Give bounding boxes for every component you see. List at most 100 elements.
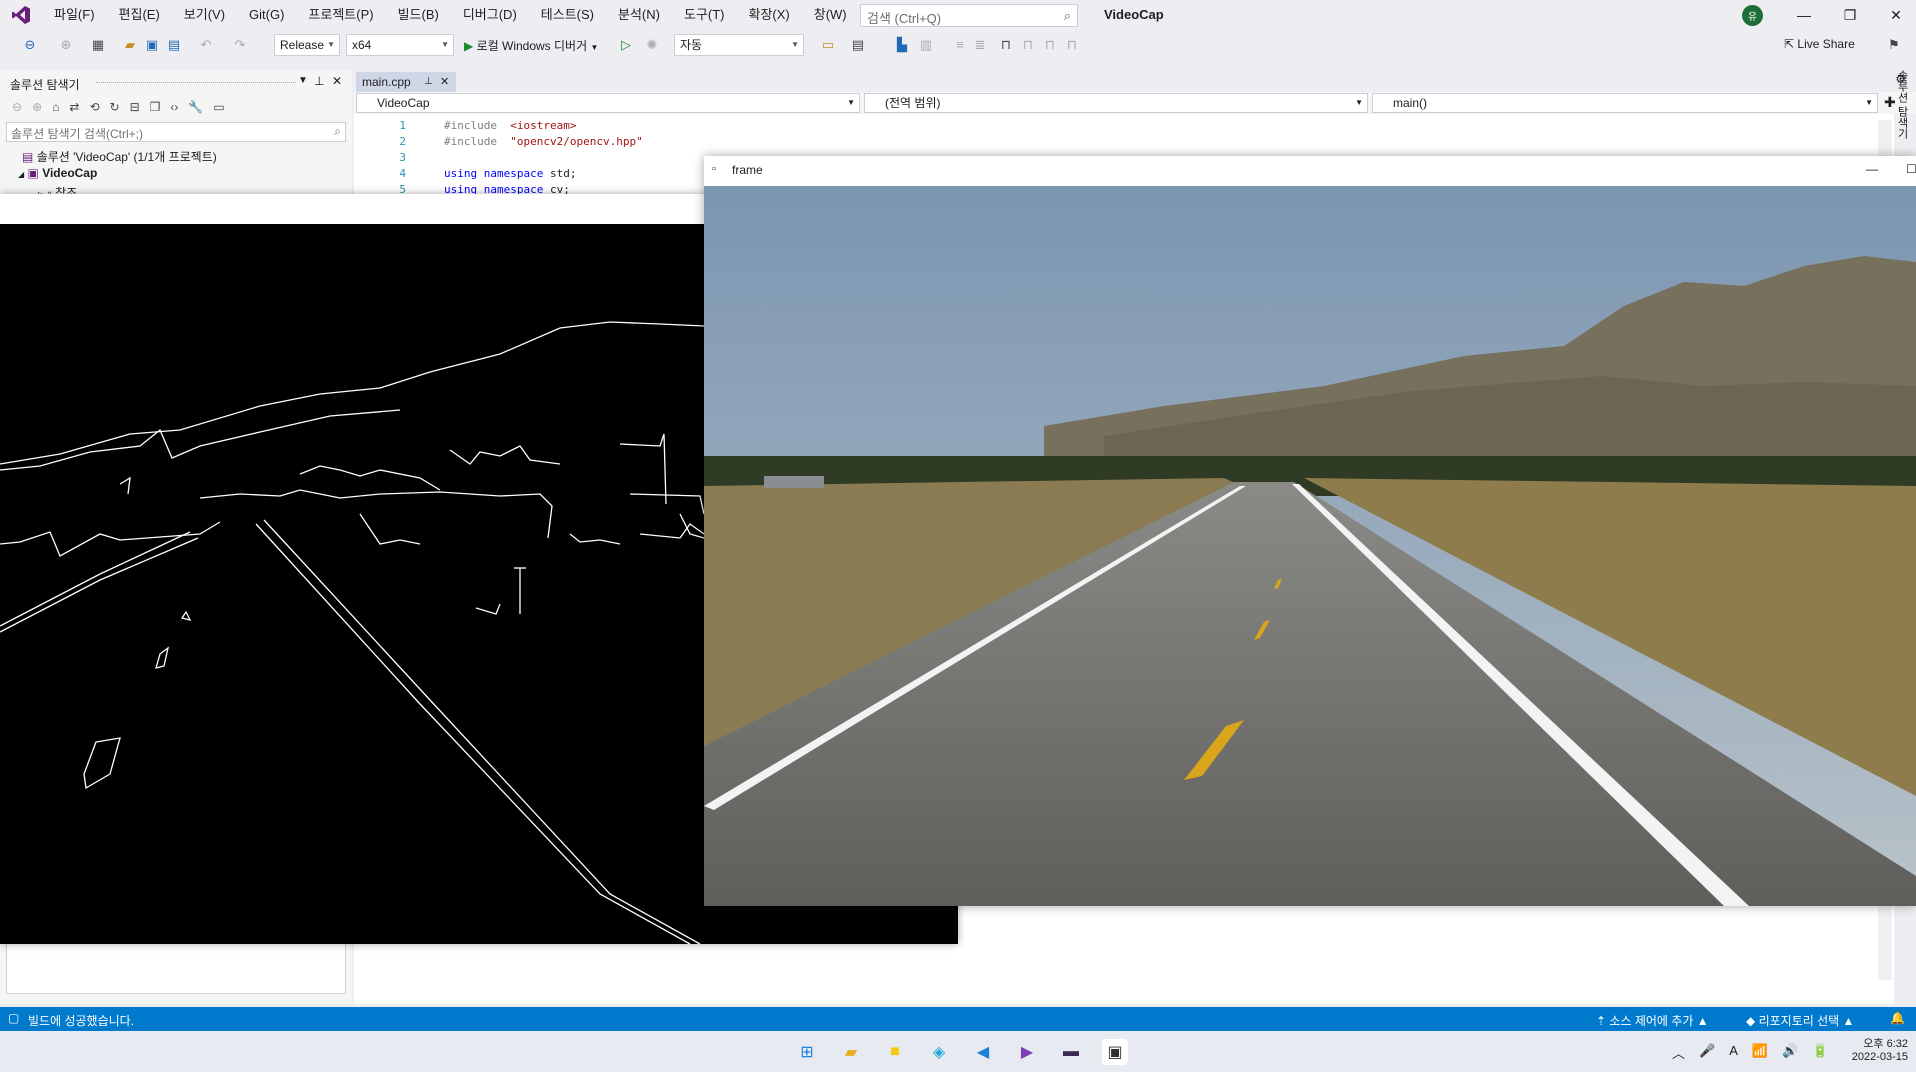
hot-reload-icon[interactable]: ✺ <box>644 37 660 53</box>
search-input[interactable]: 검색 (Ctrl+Q) ⌕ <box>860 4 1078 27</box>
menu-item[interactable]: 분석(N) <box>606 0 672 30</box>
bookmark-icon[interactable]: ⊓ <box>998 37 1014 53</box>
next-bookmark-icon[interactable]: ⊓ <box>1042 37 1058 53</box>
nav-scope-label: (전역 범위) <box>885 96 941 110</box>
menu-item[interactable]: 빌드(B) <box>386 0 451 30</box>
close-button[interactable]: ✕ <box>1874 0 1916 30</box>
scope-nav-select[interactable]: (전역 범위) ▼ <box>864 93 1368 113</box>
pin-icon[interactable]: ⊥ <box>314 74 324 88</box>
chevron-down-icon: ▼ <box>1865 98 1873 107</box>
expand-arrow-icon: ◢ <box>18 170 25 179</box>
menu-item[interactable]: 디버그(D) <box>451 0 529 30</box>
share-icon: ⇱ <box>1784 37 1795 51</box>
menu-item[interactable]: 보기(V) <box>172 0 237 30</box>
search-icon: ⌕ <box>334 124 341 138</box>
minimize-button[interactable]: — <box>1782 0 1826 30</box>
history-icon[interactable]: ⟲ <box>89 100 99 114</box>
frame-minimize-button[interactable]: — <box>1866 162 1878 176</box>
volume-icon[interactable]: 🔊 <box>1782 1043 1798 1062</box>
indent-icon[interactable]: ≡ <box>952 37 968 53</box>
frame-window[interactable]: ▫ frame — ☐ <box>704 156 1916 906</box>
back-icon[interactable]: ⊖ <box>12 100 22 114</box>
clock[interactable]: 오후 6:32 2022-03-15 <box>1834 1035 1908 1063</box>
folder-view-icon[interactable]: ▭ <box>820 37 836 53</box>
prev-bookmark-icon[interactable]: ⊓ <box>1020 37 1036 53</box>
file-explorer-icon[interactable]: ▰ <box>838 1039 864 1065</box>
source-control-button[interactable]: ⇡ 소스 제어에 추가 ▲ <box>1596 1012 1709 1029</box>
tab-label: main.cpp <box>362 75 411 89</box>
forward-icon[interactable]: ⊕ <box>32 100 42 114</box>
visual-studio-logo-icon[interactable] <box>0 0 42 30</box>
menu-item[interactable]: 파일(F) <box>42 0 107 30</box>
undo-icon[interactable]: ↶ <box>198 37 214 53</box>
frame-titlebar[interactable]: ▫ frame — ☐ <box>704 156 1916 186</box>
tree-references[interactable]: ▷ ▫ 참조 <box>38 184 77 194</box>
code-view-icon[interactable]: ‹› <box>170 100 178 114</box>
step-icon[interactable]: ▙ <box>894 37 910 53</box>
config-select[interactable]: Release ▼ <box>274 34 340 56</box>
back-icon[interactable]: ⊖ <box>22 37 38 53</box>
feedback-icon[interactable]: ⚑ <box>1886 37 1902 53</box>
close-tab-icon[interactable]: ✕ <box>440 72 449 92</box>
line-number: 1 <box>399 119 406 132</box>
panel-menu-icon[interactable]: ▼ <box>298 75 308 86</box>
wifi-icon[interactable]: 📶 <box>1752 1043 1768 1062</box>
tree-solution-root[interactable]: ▤ 솔루션 'VideoCap' (1/1개 프로젝트) <box>22 148 217 165</box>
windows-start-icon[interactable]: ⊞ <box>794 1039 820 1065</box>
menu-item[interactable]: 테스트(S) <box>529 0 606 30</box>
vscode-icon[interactable]: ◀ <box>970 1039 996 1065</box>
copy-icon[interactable]: ❐ <box>150 100 161 114</box>
battery-icon[interactable]: 🔋 <box>1812 1043 1828 1062</box>
clear-bookmark-icon[interactable]: ⊓ <box>1064 37 1080 53</box>
menu-item[interactable]: 편집(E) <box>107 0 172 30</box>
save-all-icon[interactable]: ▤ <box>166 37 182 53</box>
project-nav-select[interactable]: VideoCap ▼ <box>356 93 860 113</box>
switch-view-icon[interactable]: ⇄ <box>69 100 79 114</box>
home-icon[interactable]: ⌂ <box>52 100 59 114</box>
comment-icon[interactable]: ▥ <box>918 37 934 53</box>
forward-icon[interactable]: ⊕ <box>58 37 74 53</box>
notifications-icon[interactable]: 🔔 <box>1890 1011 1905 1025</box>
sticky-notes-icon[interactable]: ■ <box>882 1039 908 1065</box>
preview-icon[interactable]: ▭ <box>213 100 224 114</box>
redo-icon[interactable]: ↷ <box>232 37 248 53</box>
opencv-window-icon[interactable]: ▣ <box>1102 1039 1128 1065</box>
save-icon[interactable]: ▣ <box>144 37 160 53</box>
code-token: <iostream> <box>510 119 577 132</box>
source-control-label: 소스 제어에 추가 <box>1609 1014 1694 1028</box>
solution-search-input[interactable]: 솔루션 탐색기 검색(Ctrl+;) ⌕ <box>6 122 346 142</box>
avatar[interactable]: 유 <box>1742 5 1763 26</box>
member-nav-select[interactable]: main() ▼ <box>1372 93 1878 113</box>
layout-icon[interactable]: ▤ <box>850 37 866 53</box>
new-project-icon[interactable]: ▦ <box>90 37 106 53</box>
menu-item[interactable]: Git(G) <box>237 0 296 30</box>
start-without-debug-icon[interactable]: ▷ <box>618 37 634 53</box>
auto-select[interactable]: 자동 ▼ <box>674 34 804 56</box>
live-share-button[interactable]: ⇱ Live Share <box>1784 37 1855 51</box>
terminal-icon[interactable]: ▬ <box>1058 1039 1084 1065</box>
app-icon[interactable]: ◈ <box>926 1039 952 1065</box>
collapse-icon[interactable]: ⊟ <box>130 100 140 114</box>
refresh-icon[interactable]: ↻ <box>110 100 120 114</box>
menu-item[interactable]: 확장(X) <box>737 0 802 30</box>
microphone-icon[interactable]: 🎤 <box>1699 1043 1715 1062</box>
menu-item[interactable]: 창(W) <box>802 0 859 30</box>
menu-item[interactable]: 프로젝트(P) <box>296 0 385 30</box>
restore-button[interactable]: ❐ <box>1828 0 1872 30</box>
tab-main-cpp[interactable]: main.cpp ⊥ ✕ <box>356 72 456 92</box>
properties-icon[interactable]: 🔧 <box>188 100 203 114</box>
line-number: 4 <box>399 167 406 180</box>
chevron-up-icon[interactable]: ︿ <box>1672 1043 1685 1062</box>
tree-project[interactable]: ◢ ▣ VideoCap <box>18 166 97 180</box>
platform-select[interactable]: x64 ▼ <box>346 34 454 56</box>
visual-studio-icon[interactable]: ▶ <box>1014 1039 1040 1065</box>
ime-icon[interactable]: A <box>1729 1043 1738 1062</box>
pin-tab-icon[interactable]: ⊥ <box>424 72 433 92</box>
open-folder-icon[interactable]: ▰ <box>122 37 138 53</box>
outdent-icon[interactable]: ≣ <box>972 37 988 53</box>
menu-item[interactable]: 도구(T) <box>672 0 737 30</box>
start-debug-button[interactable]: ▶ 로컬 Windows 디버거 ▼ <box>464 37 598 54</box>
close-icon[interactable]: ✕ <box>332 74 342 88</box>
repository-button[interactable]: ◆ 리포지토리 선택 ▲ <box>1746 1012 1854 1029</box>
frame-maximize-button[interactable]: ☐ <box>1906 162 1916 176</box>
